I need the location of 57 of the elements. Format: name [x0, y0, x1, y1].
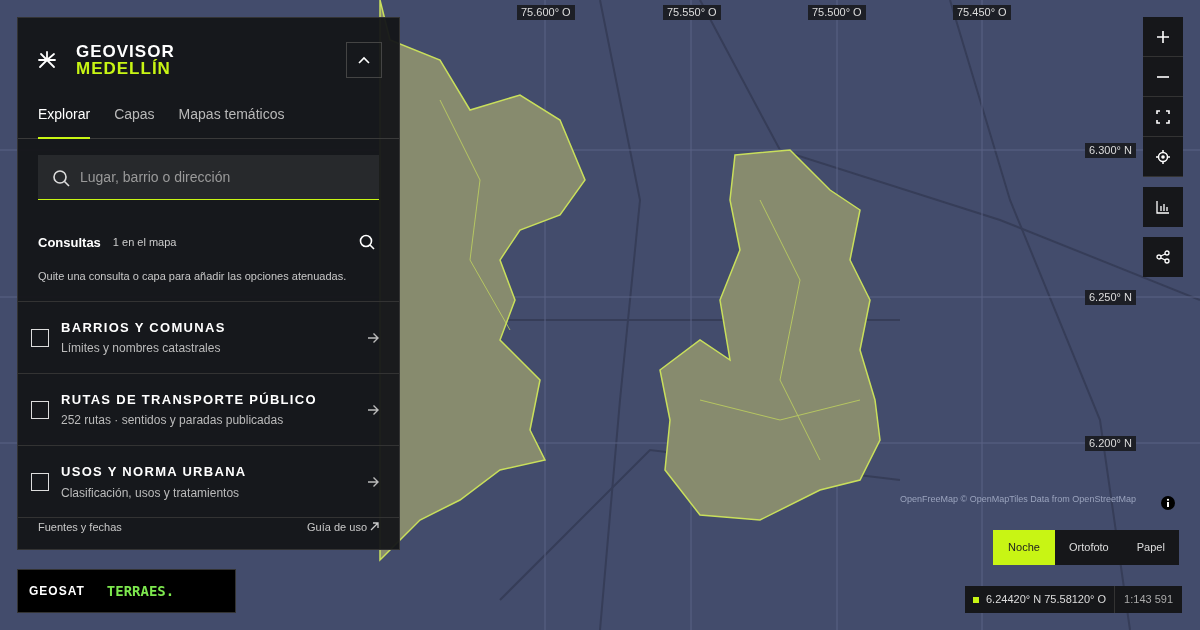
guide-link[interactable]: Guía de uso: [307, 518, 379, 535]
latitude-label: 6.300° N: [1085, 143, 1136, 158]
coordinates-text: 6.24420° N 75.58120° O: [986, 592, 1108, 608]
layer-description: Clasificación, usos y tratamientos: [61, 484, 241, 502]
fullscreen-button[interactable]: [1143, 97, 1183, 137]
checkbox[interactable]: [31, 400, 49, 419]
latitude-label: 6.200° N: [1085, 436, 1136, 451]
basemap-option[interactable]: Noche: [993, 530, 1055, 565]
checkbox[interactable]: [31, 328, 49, 347]
arrow-right-icon: [367, 331, 379, 344]
share-button[interactable]: [1143, 237, 1183, 277]
share-icon: [1156, 250, 1170, 264]
arrow-right-icon: [367, 403, 379, 416]
layer-description: Límites y nombres catastrales: [61, 340, 222, 358]
zoom-in-icon: [1156, 29, 1170, 44]
layer-title: RUTAS DE TRANSPORTE PÚBLICO: [61, 390, 318, 409]
section-title: Consultas: [38, 233, 101, 252]
bar-chart-icon: [1156, 200, 1170, 214]
locate-icon: [1156, 149, 1170, 164]
arrow-right-icon: [367, 475, 379, 488]
layer-row[interactable]: RUTAS DE TRANSPORTE PÚBLICO 252 rutas · sentidos y paradas publicadas: [18, 374, 399, 447]
longitude-label: 75.550° O: [663, 5, 721, 20]
latitude-label: 6.250° N: [1085, 290, 1136, 305]
layer-title: USOS Y NORMA URBANA: [61, 463, 248, 482]
layer-title: BARRIOS Y COMUNAS: [61, 318, 227, 337]
collapse-button[interactable]: [346, 42, 382, 78]
footer-text: Fuentes y fechas: [38, 519, 122, 535]
hint-text: Quite una consulta o capa para añadir las opciones atenuadas.: [18, 254, 399, 302]
query-count: 1 en el mapa: [112, 235, 177, 251]
tab[interactable]: Mapas temáticos: [178, 98, 285, 139]
tab[interactable]: Capas: [114, 98, 155, 139]
longitude-label: 75.450° O: [953, 5, 1011, 20]
map-scale: 1:143 591: [1114, 586, 1183, 613]
checkbox[interactable]: [31, 472, 49, 491]
layer-description: 252 rutas · sentidos y paradas publicadas: [61, 412, 285, 430]
app-title: GEOVISOR: [76, 43, 175, 60]
zoom-in-button[interactable]: [1143, 17, 1183, 57]
partner-logo: GEOSAT: [29, 583, 85, 600]
info-icon[interactable]: [1161, 496, 1175, 510]
chevron-up-icon: [358, 56, 370, 64]
app-subtitle: MEDELLÍN: [76, 60, 172, 77]
partner-logo: TERRAES.: [106, 581, 175, 601]
locate-button[interactable]: [1143, 137, 1183, 177]
fullscreen-icon: [1156, 109, 1170, 124]
zoom-out-icon: [1157, 75, 1169, 78]
layer-row[interactable]: BARRIOS Y COMUNAS Límites y nombres catastrales: [18, 301, 399, 375]
map-attribution: OpenFreeMap © OpenMapTiles Data from OpenStreetMap: [900, 493, 1136, 506]
tab[interactable]: Explorar: [38, 98, 91, 139]
chart-button[interactable]: [1143, 187, 1183, 227]
search-field[interactable]: Lugar, barrio o dirección: [38, 155, 379, 201]
longitude-label: 75.600° O: [517, 5, 575, 20]
sparkle-logo-icon: [38, 51, 56, 69]
layer-row[interactable]: USOS Y NORMA URBANA Clasificación, usos y tratamientos: [18, 446, 399, 519]
external-arrow-icon: [370, 522, 379, 532]
longitude-label: 75.500° O: [808, 5, 866, 20]
search-icon: [359, 234, 375, 251]
square-marker-icon: [973, 596, 979, 603]
